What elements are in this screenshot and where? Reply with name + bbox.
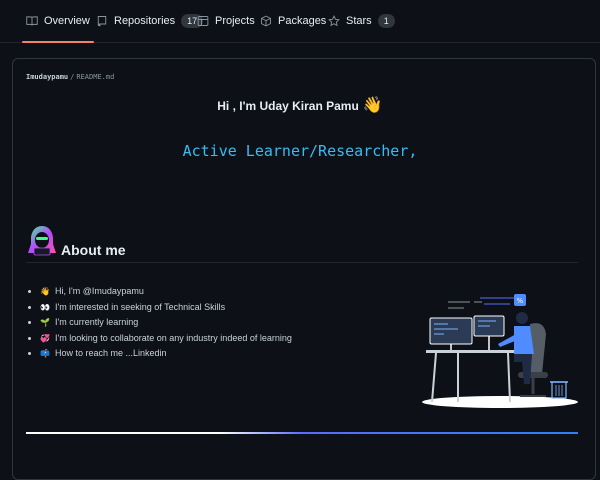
heading-divider [26, 262, 578, 263]
tab-label: Packages [278, 15, 327, 27]
readme-owner-link[interactable]: Imudaypamu [26, 73, 68, 81]
list-item-text: Hi, I'm @Imudaypamu [55, 286, 144, 296]
tab-label: Overview [44, 15, 90, 27]
hacker-avatar-icon [28, 226, 56, 256]
list-item: 💞 I'm looking to collaborate on any indus… [40, 331, 292, 347]
stars-count-badge: 1 [377, 14, 395, 28]
repo-icon [96, 15, 108, 27]
list-item: 👋 Hi, I'm @Imudaypamu [40, 284, 292, 300]
tab-label: Projects [215, 15, 255, 27]
eyes-icon: 👀 [40, 302, 50, 312]
readme-card [12, 58, 596, 480]
list-item-text: I'm interested in seeking of Technical S… [55, 301, 226, 312]
developer-desk-illustration: % [422, 294, 578, 408]
mailbox-icon: 📫 [40, 349, 50, 358]
readme-breadcrumb: Imudaypamu / README.md [26, 73, 114, 81]
list-item: 📫 How to reach me ...Linkedin [40, 346, 292, 362]
star-icon [328, 15, 340, 27]
package-icon [260, 15, 272, 27]
tab-projects[interactable]: Projects [197, 0, 255, 42]
list-item-text: I'm looking to collaborate on any indust… [55, 332, 292, 343]
tab-label: Repositories [114, 15, 176, 27]
list-item-text: How to reach me ...Linkedin [55, 348, 167, 358]
list-item: 👀 I'm interested in seeking of Technical … [40, 300, 292, 316]
about-me-heading: About me [61, 242, 126, 258]
list-item-text: I'm currently learning [55, 317, 139, 327]
table-icon [197, 15, 209, 27]
readme-file-name[interactable]: README.md [76, 73, 114, 81]
greeting-heading: Hi , I'm Uday Kiran Pamu 👋 [0, 95, 600, 115]
profile-tab-bar: Overview Repositories 17 Projects Packag… [0, 0, 600, 43]
seedling-icon: 🌱 [40, 318, 50, 327]
about-me-list: 👋 Hi, I'm @Imudaypamu 👀 I'm interested in … [26, 284, 292, 362]
tab-overview[interactable]: Overview [22, 0, 94, 43]
book-icon [26, 15, 38, 27]
waving-hand-icon: 👋 [40, 287, 50, 296]
tab-label: Stars [346, 15, 372, 27]
tab-packages[interactable]: Packages [260, 0, 326, 42]
waving-hand-icon: 👋 [362, 97, 383, 114]
greeting-text: Hi , I'm Uday Kiran Pamu [217, 99, 359, 113]
breadcrumb-separator: / [70, 73, 75, 81]
list-item: 🌱 I'm currently learning [40, 315, 292, 331]
svg-text:%: % [517, 297, 524, 305]
tab-repositories[interactable]: Repositories 17 [96, 0, 204, 42]
gradient-divider [26, 432, 578, 434]
tab-stars[interactable]: Stars 1 [328, 0, 395, 42]
typing-banner: Active Learner/Researcher, [182, 142, 418, 160]
hearts-icon: 💞 [40, 333, 50, 343]
